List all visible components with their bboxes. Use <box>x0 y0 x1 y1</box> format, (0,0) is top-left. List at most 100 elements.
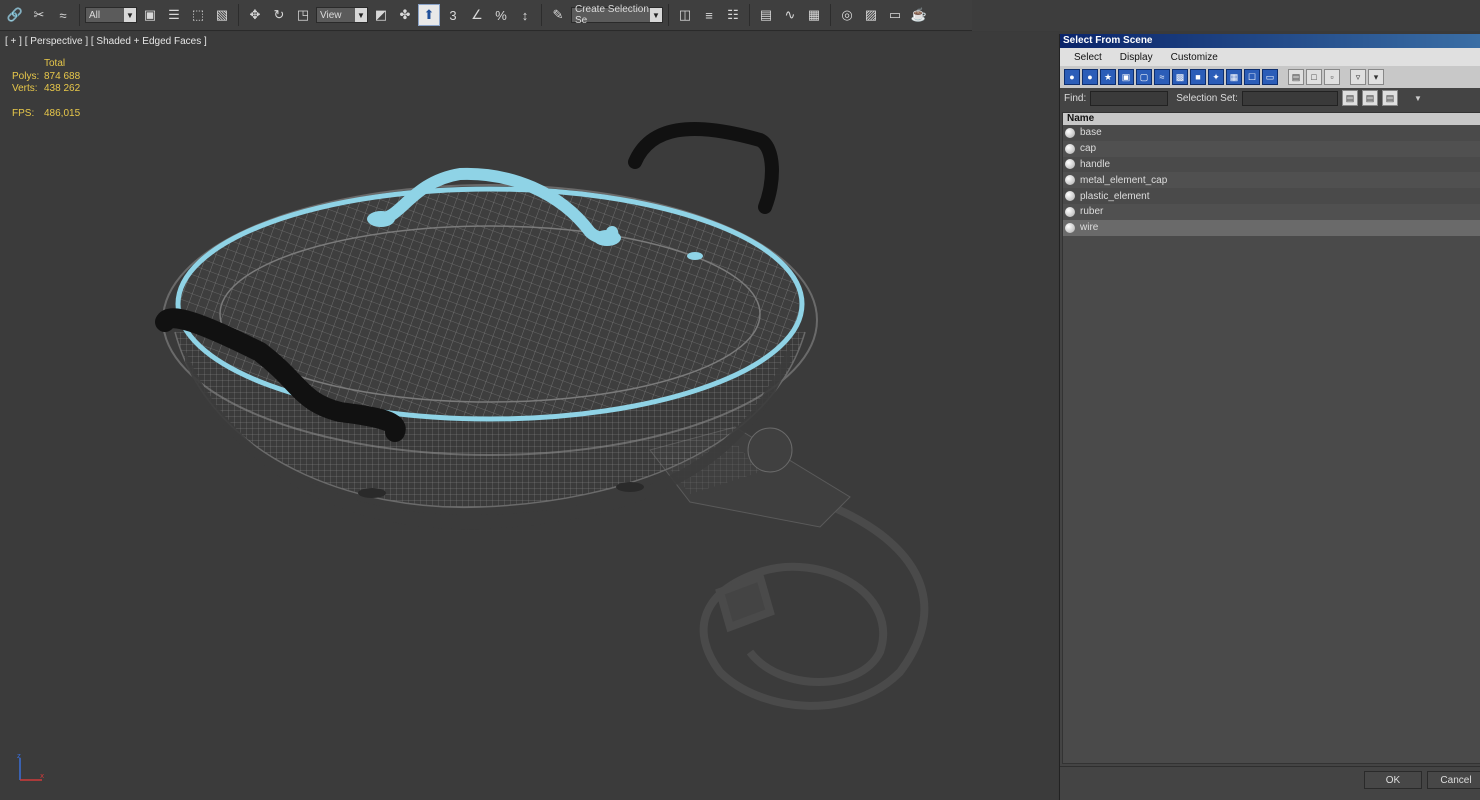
list-item-label: base <box>1080 127 1102 139</box>
display-frozen-icon[interactable]: ☐ <box>1244 69 1260 85</box>
selection-set-add-icon[interactable]: ▤ <box>1341 90 1358 106</box>
geometry-icon <box>1065 175 1075 186</box>
list-item[interactable]: plastic_element <box>1063 188 1480 204</box>
chevron-down-icon: ▼ <box>355 8 367 22</box>
stats-total-label: Total <box>44 58 66 69</box>
ok-button[interactable]: OK <box>1364 771 1422 789</box>
toolbar-separator <box>541 4 542 26</box>
stats-verts-label: Verts: <box>12 83 38 94</box>
selection-filter-dropdown[interactable]: All ▼ <box>85 7 137 23</box>
menu-select[interactable]: Select <box>1074 52 1102 63</box>
snap-toggle-icon[interactable]: 3 <box>442 4 464 26</box>
selection-set-remove-icon[interactable]: ▤ <box>1361 90 1378 106</box>
keyboard-shortcut-override-icon[interactable]: ⬆ <box>418 4 440 26</box>
menu-customize[interactable]: Customize <box>1171 52 1218 63</box>
cancel-button[interactable]: Cancel <box>1427 771 1480 789</box>
move-icon[interactable]: ✥ <box>244 4 266 26</box>
named-selection-sets-value: Create Selection Se <box>575 4 649 26</box>
find-label: Find: <box>1064 92 1087 104</box>
display-helpers-icon[interactable]: ▢ <box>1136 69 1152 85</box>
chevron-down-icon: ▼ <box>124 8 136 22</box>
display-none-icon[interactable]: □ <box>1306 69 1322 85</box>
list-item-label: cap <box>1080 143 1097 155</box>
filter-options-icon[interactable]: ▾ <box>1368 69 1384 85</box>
menu-display[interactable]: Display <box>1120 52 1153 63</box>
statistics-overlay: Total Polys: 874 688 Verts: 438 262 FPS: 48… <box>12 58 80 120</box>
selection-filter-value: All <box>89 9 101 21</box>
edit-named-selection-icon[interactable]: ✎ <box>547 4 569 26</box>
named-selection-sets-dropdown[interactable]: Create Selection Se ▼ <box>571 4 663 26</box>
scale-icon[interactable]: ◳ <box>292 4 314 26</box>
display-xrefs-icon[interactable]: ■ <box>1190 69 1206 85</box>
display-groups-icon[interactable]: ▩ <box>1172 69 1188 85</box>
select-manipulate-icon[interactable]: ✤ <box>394 4 416 26</box>
unlink-icon[interactable]: ✂ <box>28 4 50 26</box>
selection-set-edit-icon[interactable]: ▤ <box>1381 90 1398 106</box>
list-item-label: wire <box>1080 222 1099 234</box>
reference-coordinate-dropdown[interactable]: View ▼ <box>316 7 368 23</box>
perspective-viewport[interactable]: [ + ] [ Perspective ] [ Shaded + Edged F… <box>0 32 1058 800</box>
chevron-down-icon: ▼ <box>650 8 662 22</box>
viewport-label[interactable]: [ + ] [ Perspective ] [ Shaded + Edged F… <box>5 36 207 47</box>
schematic-view-icon[interactable]: ▦ <box>803 4 825 26</box>
display-all-icon[interactable]: ▤ <box>1288 69 1304 85</box>
bind-spacewarp-icon[interactable]: ≈ <box>52 4 74 26</box>
spinner-snap-icon[interactable]: ↕ <box>514 4 536 26</box>
toolbar-separator <box>830 4 831 26</box>
list-item-label: plastic_element <box>1080 190 1150 202</box>
rotate-icon[interactable]: ↻ <box>268 4 290 26</box>
geometry-icon <box>1065 206 1075 217</box>
percent-snap-icon[interactable]: % <box>490 4 512 26</box>
axis-tripod-icon: z x <box>17 752 44 781</box>
scene-explorer-icon[interactable]: ▤ <box>755 4 777 26</box>
layer-manager-icon[interactable]: ☷ <box>722 4 744 26</box>
dialog-title[interactable]: Select From Scene <box>1060 34 1480 48</box>
list-item-label: handle <box>1080 158 1111 170</box>
find-input[interactable] <box>1090 90 1169 106</box>
align-icon[interactable]: ≡ <box>698 4 720 26</box>
list-item-label: metal_element_cap <box>1080 174 1168 186</box>
rendered-frame-window-icon[interactable]: ▭ <box>884 4 906 26</box>
render-setup-icon[interactable]: ▨ <box>860 4 882 26</box>
display-shapes-icon[interactable]: ● <box>1082 69 1098 85</box>
display-lights-icon[interactable]: ★ <box>1100 69 1116 85</box>
render-production-icon[interactable]: ☕ <box>908 4 930 26</box>
geometry-icon <box>1065 143 1075 154</box>
list-item-selected[interactable]: wire <box>1063 219 1480 236</box>
toolbar-separator <box>1280 69 1286 85</box>
list-item[interactable]: cap <box>1063 140 1480 157</box>
select-by-name-icon[interactable]: ☰ <box>163 4 185 26</box>
stats-polys-value: 874 688 <box>44 70 81 82</box>
link-icon[interactable]: 🔗 <box>4 4 26 26</box>
rectangular-selection-icon[interactable]: ⬚ <box>187 4 209 26</box>
geometry-icon <box>1065 222 1075 233</box>
chevron-down-icon[interactable]: ▼ <box>1414 94 1422 103</box>
angle-snap-icon[interactable]: ∠ <box>466 4 488 26</box>
power-cord <box>699 498 929 710</box>
invert-display-icon[interactable]: ▫ <box>1324 69 1340 85</box>
display-cameras-icon[interactable]: ▣ <box>1118 69 1134 85</box>
column-header-name[interactable]: Name <box>1063 113 1480 125</box>
geometry-icon <box>1065 191 1075 202</box>
filter-icon[interactable]: ▿ <box>1350 69 1366 85</box>
display-hidden-icon[interactable]: ▭ <box>1262 69 1278 85</box>
pivot-center-icon[interactable]: ◩ <box>370 4 392 26</box>
selection-set-dropdown[interactable] <box>1241 90 1338 106</box>
snap-toggle-label: 3 <box>449 7 457 23</box>
material-editor-icon[interactable]: ◎ <box>836 4 858 26</box>
display-containers-icon[interactable]: ▦ <box>1226 69 1242 85</box>
geometry-icon <box>1065 159 1075 170</box>
list-item[interactable]: base <box>1063 125 1480 141</box>
object-list[interactable]: Name base cap handle metal_element_cap p… <box>1062 112 1480 764</box>
display-spacewarps-icon[interactable]: ≈ <box>1154 69 1170 85</box>
dialog-button-bar: OK Cancel <box>1060 766 1480 800</box>
display-bones-icon[interactable]: ✦ <box>1208 69 1224 85</box>
curve-editor-icon[interactable]: ∿ <box>779 4 801 26</box>
list-item[interactable]: handle <box>1063 157 1480 173</box>
display-geometry-icon[interactable]: ● <box>1064 69 1080 85</box>
list-item[interactable]: ruber <box>1063 203 1480 220</box>
window-crossing-icon[interactable]: ▧ <box>211 4 233 26</box>
mirror-icon[interactable]: ◫ <box>674 4 696 26</box>
select-object-icon[interactable]: ▣ <box>139 4 161 26</box>
list-item[interactable]: metal_element_cap <box>1063 172 1480 189</box>
